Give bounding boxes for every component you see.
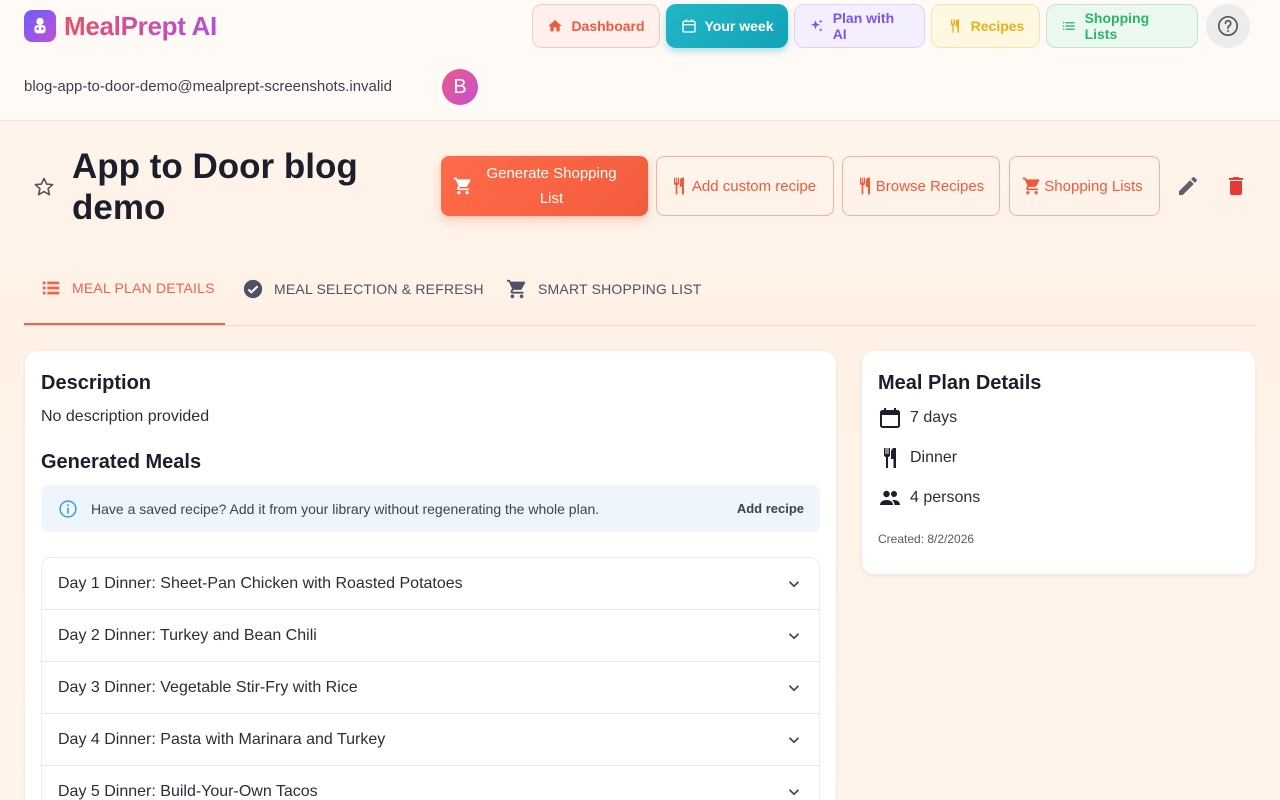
- info-icon: [59, 499, 77, 518]
- browse-recipes-button[interactable]: Browse Recipes: [842, 156, 1000, 216]
- shopping-lists-label: Shopping Lists: [1044, 177, 1143, 195]
- meal-title: Day 5 Dinner: Build-Your-Own Tacos: [58, 782, 318, 800]
- add-custom-recipe-label: Add custom recipe: [691, 177, 817, 195]
- home-icon: [548, 20, 563, 32]
- people-icon: [880, 490, 900, 505]
- tab-bar: MEAL PLAN DETAILS MEAL SELECTION & REFRE…: [24, 252, 1256, 326]
- utensils-icon: [674, 177, 684, 195]
- meal-title: Day 3 Dinner: Vegetable Stir-Fry with Ri…: [58, 678, 358, 696]
- persons-row: 4 persons: [878, 486, 980, 510]
- generate-shopping-list-button[interactable]: Generate Shopping List: [441, 156, 648, 216]
- check-circle-icon: [243, 279, 263, 298]
- tab-meal-selection-refresh-label: MEAL SELECTION & REFRESH: [274, 280, 484, 297]
- persons-value: 4 persons: [910, 489, 981, 506]
- edit-pencil-icon[interactable]: [1176, 174, 1200, 198]
- shopping-lists-button[interactable]: Shopping Lists: [1009, 156, 1160, 216]
- browse-recipes-label: Browse Recipes: [875, 177, 985, 195]
- chevron-down-icon: [788, 632, 800, 639]
- chef-robot-icon: [24, 10, 56, 42]
- tab-meal-plan-details-label: MEAL PLAN DETAILS: [72, 279, 215, 296]
- list-item[interactable]: Day 1 Dinner: Sheet-Pan Chicken with Roa…: [42, 558, 819, 610]
- chevron-down-icon: [788, 580, 800, 587]
- help-button[interactable]: [1206, 4, 1250, 48]
- add-custom-recipe-button[interactable]: Add custom recipe: [656, 156, 834, 216]
- calendar-icon: [681, 19, 696, 33]
- tab-smart-shopping-list-label: SMART SHOPPING LIST: [538, 280, 702, 297]
- avatar[interactable]: B: [442, 69, 478, 105]
- nav-shopping-lists-label: Shopping Lists: [1084, 10, 1150, 42]
- tab-meal-plan-details[interactable]: MEAL PLAN DETAILS: [24, 252, 225, 325]
- cart-icon: [506, 279, 526, 298]
- meal-type-value: Dinner: [910, 449, 958, 466]
- description-text: No description provided: [41, 408, 210, 425]
- meal-list: Day 1 Dinner: Sheet-Pan Chicken with Roa…: [41, 557, 820, 800]
- nav-dashboard-label: Dashboard: [571, 18, 645, 34]
- nav-plan-with-ai-button[interactable]: Plan with AI: [794, 4, 925, 48]
- list-item[interactable]: Day 3 Dinner: Vegetable Stir-Fry with Ri…: [42, 662, 819, 714]
- app-logo[interactable]: MealPrept AI: [24, 10, 217, 42]
- utensils-icon: [950, 19, 959, 33]
- meal-title: Day 1 Dinner: Sheet-Pan Chicken with Roa…: [58, 574, 463, 592]
- list-item[interactable]: Day 5 Dinner: Build-Your-Own Tacos: [42, 766, 819, 800]
- meal-plan-details-heading: Meal Plan Details: [878, 372, 1042, 394]
- utensils-icon: [860, 177, 870, 195]
- info-text: Have a saved recipe? Add it from your li…: [91, 500, 600, 517]
- chevron-down-icon: [788, 684, 800, 691]
- description-heading: Description: [41, 372, 152, 394]
- created-date: Created: 8/2/2026: [878, 532, 975, 546]
- nav-dashboard-button[interactable]: Dashboard: [532, 4, 660, 48]
- user-email: blog-app-to-door-demo@mealprept-screensh…: [24, 78, 392, 95]
- main-nav: Dashboard Your week Plan with AI Recipes…: [532, 4, 1250, 48]
- top-bar: MealPrept AI Dashboard Your week Plan wi…: [0, 0, 1280, 121]
- delete-trash-icon[interactable]: [1224, 174, 1248, 198]
- meal-plan-card: Description No description provided Gene…: [25, 351, 836, 800]
- nav-your-week-label: Your week: [704, 18, 774, 34]
- nav-recipes-button[interactable]: Recipes: [931, 4, 1040, 48]
- chevron-down-icon: [788, 736, 800, 743]
- info-banner: Have a saved recipe? Add it from your li…: [41, 485, 820, 532]
- tab-meal-selection-refresh[interactable]: MEAL SELECTION & REFRESH: [242, 252, 484, 325]
- utensils-icon: [884, 448, 896, 468]
- meal-title: Day 4 Dinner: Pasta with Marinara and Tu…: [58, 730, 386, 748]
- page-title: App to Door blog demo: [72, 147, 358, 227]
- duration-value: 7 days: [910, 409, 958, 426]
- nav-recipes-label: Recipes: [970, 18, 1025, 34]
- list-icon: [1062, 22, 1075, 30]
- generate-shopping-list-label: Generate Shopping List: [486, 165, 617, 207]
- meal-plan-details-card: Meal Plan Details 7 days Dinner 4 person…: [862, 351, 1255, 574]
- meal-type-row: Dinner: [878, 446, 957, 470]
- tab-smart-shopping-list[interactable]: SMART SHOPPING LIST: [506, 252, 702, 325]
- list-item[interactable]: Day 2 Dinner: Turkey and Bean Chili: [42, 610, 819, 662]
- add-recipe-button[interactable]: Add recipe: [737, 501, 804, 516]
- app-name: MealPrept AI: [64, 10, 217, 41]
- duration-row: 7 days: [878, 406, 957, 430]
- help-icon: [1218, 16, 1238, 36]
- generated-meals-heading: Generated Meals: [41, 451, 202, 473]
- cart-icon: [453, 177, 471, 195]
- nav-your-week-button[interactable]: Your week: [666, 4, 788, 48]
- list-item[interactable]: Day 4 Dinner: Pasta with Marinara and Tu…: [42, 714, 819, 766]
- nav-plan-with-ai-label: Plan with AI: [832, 10, 895, 42]
- nav-shopping-lists-button[interactable]: Shopping Lists: [1046, 4, 1198, 48]
- sparkle-icon: [810, 19, 823, 32]
- favorite-star-icon[interactable]: [32, 175, 56, 199]
- calendar-icon: [880, 408, 900, 428]
- list-view-icon: [42, 281, 60, 294]
- meal-title: Day 2 Dinner: Turkey and Bean Chili: [58, 626, 317, 644]
- cart-icon: [1022, 177, 1040, 195]
- chevron-down-icon: [788, 788, 800, 795]
